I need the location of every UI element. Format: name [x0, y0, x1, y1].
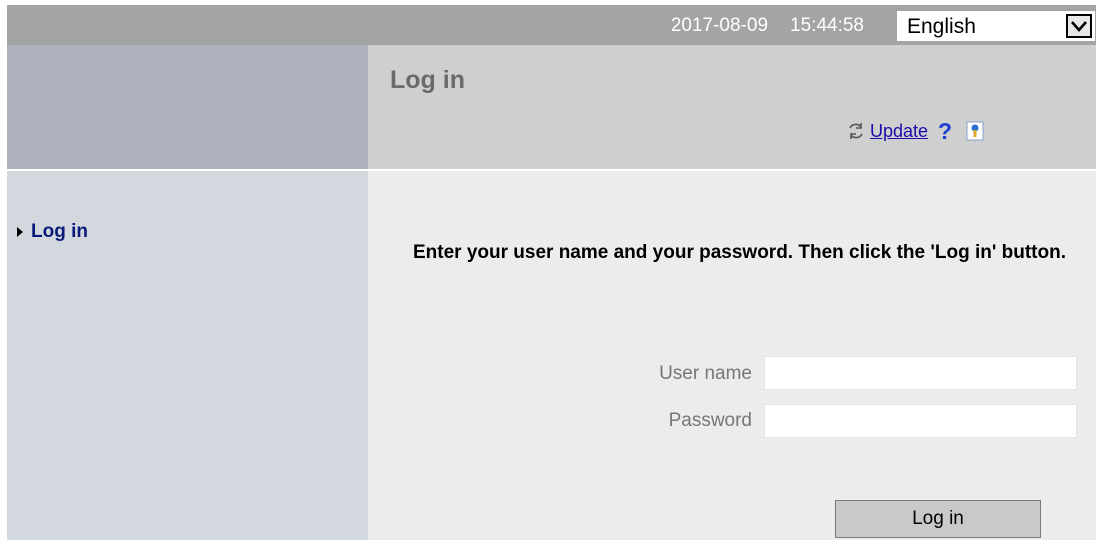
header-right-panel: Log in Update ?	[368, 45, 1096, 169]
page-title: Log in	[390, 66, 465, 94]
login-button[interactable]: Log in	[835, 500, 1041, 538]
top-bar: 2017-08-09 15:44:58 English	[7, 5, 1096, 45]
header-left-panel	[7, 45, 368, 169]
sidebar: Log in	[7, 171, 368, 540]
triangle-right-icon	[17, 227, 23, 237]
password-field[interactable]	[764, 404, 1077, 438]
header-toolbar: Update ?	[846, 117, 984, 145]
time-text: 15:44:58	[790, 15, 864, 36]
refresh-icon[interactable]	[846, 121, 866, 141]
chevron-down-icon[interactable]	[1066, 14, 1092, 38]
sidebar-item-log-in[interactable]: Log in	[17, 221, 88, 243]
password-label: Password	[668, 410, 752, 431]
sidebar-item-label: Log in	[31, 221, 88, 242]
language-select[interactable]: English	[897, 11, 1095, 41]
security-icon[interactable]	[966, 121, 984, 141]
help-icon[interactable]: ?	[938, 119, 952, 143]
date-text: 2017-08-09	[670, 15, 769, 36]
language-selected-value: English	[907, 15, 976, 38]
login-instructions: Enter your user name and your password. …	[412, 242, 1066, 263]
login-panel: Enter your user name and your password. …	[368, 171, 1096, 540]
datetime-display: 2017-08-09 15:44:58	[671, 15, 864, 37]
username-label: User name	[659, 363, 752, 384]
username-field[interactable]	[764, 356, 1077, 390]
update-link[interactable]: Update	[870, 121, 928, 142]
